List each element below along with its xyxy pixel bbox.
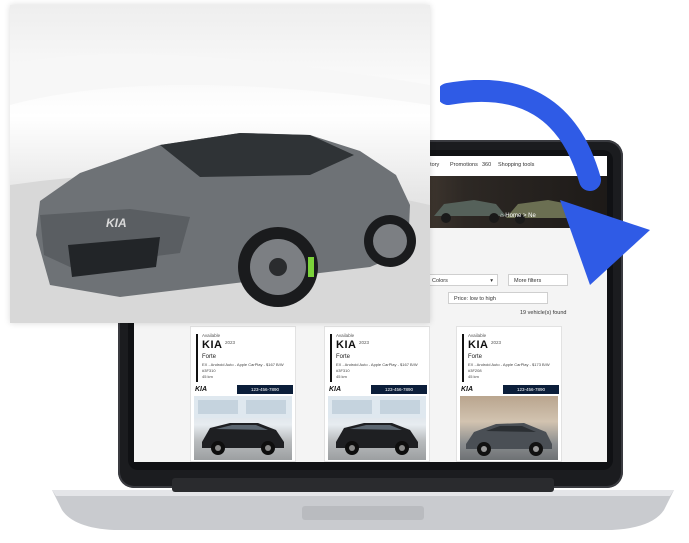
dealer-phone[interactable]: 123-456-7890 [503, 385, 559, 394]
vehicle-model: Forte [202, 354, 217, 360]
vehicle-make: KIA [336, 339, 357, 351]
car-image [466, 423, 552, 456]
vehicle-make: KIA [202, 339, 223, 351]
kia-ev6-image: KIA [10, 53, 430, 323]
vehicle-model: Forte [468, 354, 483, 360]
vehicle-photo[interactable] [194, 396, 292, 460]
vehicle-year: 2023 [491, 340, 502, 345]
kia-logo: KIA [195, 386, 208, 393]
mileage: 45 km [202, 374, 213, 379]
availability-status: Available [468, 333, 487, 338]
kia-logo: KIA [461, 386, 474, 393]
car-image [194, 396, 292, 455]
vehicle-card[interactable]: Available KIA 2023 Forte EX - Android Au… [324, 326, 430, 462]
results-count: 19 vehicle(s) found [520, 310, 567, 316]
stock-number: #3F310 [202, 368, 216, 373]
card-accent-bar [462, 334, 464, 382]
card-accent-bar [196, 334, 198, 382]
vehicle-year: 2023 [359, 340, 370, 345]
vehicle-card[interactable]: Available KIA 2023 Forte EX - Android Au… [190, 326, 296, 462]
trackpad [302, 506, 424, 520]
vehicle-features: EX - Android Auto - Apple CarPlay - $167… [336, 362, 418, 367]
vehicle-card[interactable]: Available KIA 2023 Forte EX - Android Au… [456, 326, 562, 462]
featured-car-photo: KIA [10, 5, 430, 323]
kia-logo: KIA [329, 386, 342, 393]
vehicle-photo[interactable] [328, 396, 426, 460]
dealer-phone[interactable]: 123-456-7890 [371, 385, 427, 394]
vehicle-model: Forte [336, 354, 351, 360]
curved-arrow-icon [440, 80, 650, 285]
car-image [328, 396, 426, 455]
keyboard [172, 478, 554, 492]
grille-logo: KIA [106, 216, 127, 230]
laptop-base [52, 478, 674, 530]
availability-status: Available [202, 333, 221, 338]
vehicle-photo[interactable] [460, 396, 558, 460]
vehicle-make: KIA [468, 339, 489, 351]
availability-status: Available [336, 333, 355, 338]
stock-number: #3F310 [336, 368, 350, 373]
card-accent-bar [330, 334, 332, 382]
stock-number: #3F208 [468, 368, 482, 373]
vehicle-features: EX - Android Auto - Apple CarPlay - $167… [202, 362, 284, 367]
mileage: 45 km [468, 374, 479, 379]
vehicle-year: 2023 [225, 340, 236, 345]
dealer-phone[interactable]: 123-456-7890 [237, 385, 293, 394]
vehicle-features: EX - Android Auto - Apple CarPlay - $173… [468, 362, 550, 367]
mileage: 45 km [336, 374, 347, 379]
